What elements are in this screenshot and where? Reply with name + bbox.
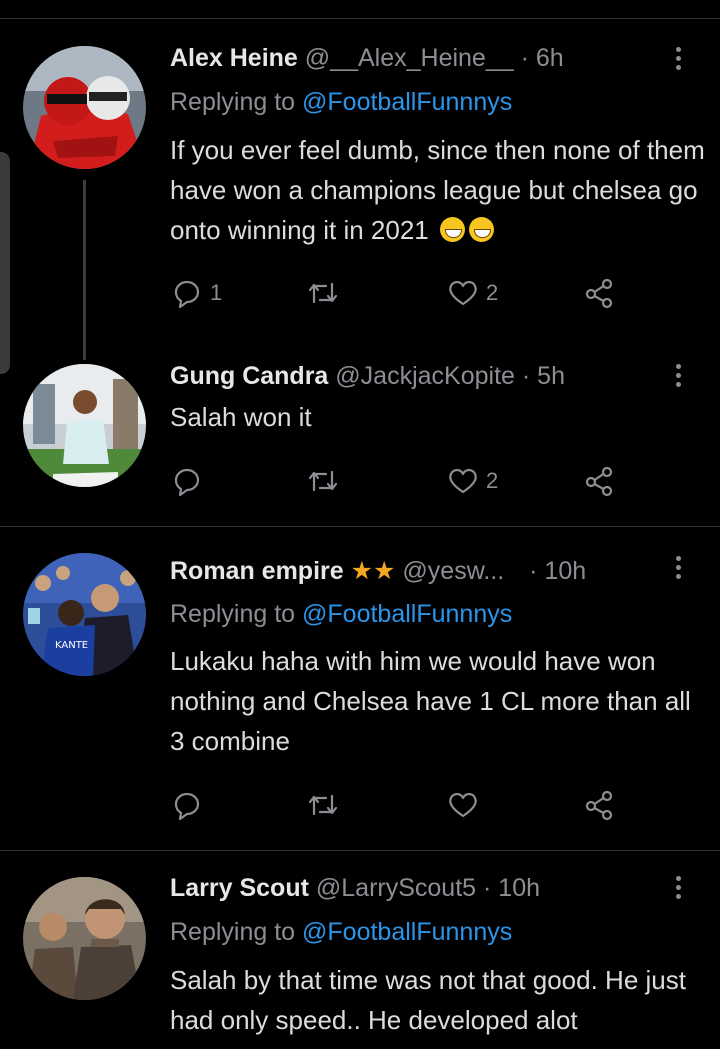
user-handle[interactable]: @JackjacKopite bbox=[335, 362, 515, 390]
tweet-actions bbox=[170, 785, 650, 825]
tweet-text: If you ever feel dumb, since then none o… bbox=[170, 130, 710, 250]
share-icon bbox=[585, 278, 613, 309]
replying-to-label: Replying to bbox=[170, 918, 303, 946]
retweet-icon bbox=[308, 282, 338, 304]
retweet-icon bbox=[308, 794, 338, 816]
share-button[interactable] bbox=[582, 273, 616, 313]
display-name[interactable]: Gung Candra bbox=[170, 362, 328, 390]
thread-line bbox=[83, 180, 86, 360]
reply-icon bbox=[174, 280, 200, 309]
timestamp[interactable]: · 6h bbox=[521, 44, 564, 72]
more-icon[interactable] bbox=[666, 872, 690, 906]
share-button[interactable] bbox=[582, 785, 616, 825]
tweet-divider bbox=[0, 526, 720, 527]
more-icon[interactable] bbox=[666, 552, 690, 586]
mention-link[interactable]: @FootballFunnnys bbox=[302, 918, 512, 946]
like-button[interactable]: 2 bbox=[446, 461, 498, 501]
reply-button[interactable] bbox=[170, 461, 210, 501]
star-badge-icon: ★★ bbox=[350, 557, 396, 585]
tweet-text-content: Salah won it bbox=[170, 402, 312, 432]
replying-to-label: Replying to bbox=[170, 600, 303, 628]
grinning-emoji-icon bbox=[439, 217, 465, 242]
timestamp[interactable]: · 10h bbox=[529, 557, 586, 585]
avatar[interactable] bbox=[23, 877, 146, 1000]
more-icon[interactable] bbox=[666, 43, 690, 77]
replying-to: Replying to @FootballFunnnys bbox=[170, 88, 512, 117]
tweet-header: Roman empire ★★ @yesw... · 10h bbox=[170, 556, 586, 586]
like-button[interactable]: 2 bbox=[446, 273, 498, 313]
user-handle[interactable]: @yesw... bbox=[402, 557, 504, 585]
user-handle[interactable]: @LarryScout5 bbox=[316, 874, 476, 902]
replying-to: Replying to @FootballFunnnys bbox=[170, 600, 512, 629]
tweet-text-content: If you ever feel dumb, since then none o… bbox=[170, 135, 705, 245]
retweet-icon bbox=[308, 470, 338, 492]
share-button[interactable] bbox=[582, 461, 616, 501]
tweet-actions: 1 2 bbox=[170, 273, 650, 313]
tweet-text: Salah by that time was not that good. He… bbox=[170, 960, 710, 1040]
like-icon bbox=[449, 792, 477, 818]
tweet-header: Alex Heine @__Alex_Heine__ · 6h bbox=[170, 44, 564, 73]
grinning-emoji-icon bbox=[468, 217, 494, 242]
tweet-text: Salah won it bbox=[170, 397, 710, 437]
tweet-text-content: Salah by that time was not that good. He… bbox=[170, 965, 686, 1035]
display-name[interactable]: Roman empire bbox=[170, 557, 344, 585]
tweet-text: Lukaku haha with him we would have won n… bbox=[170, 641, 710, 761]
replying-to-label: Replying to bbox=[170, 88, 303, 116]
svg-text:KANTE: KANTE bbox=[55, 640, 88, 651]
avatar[interactable] bbox=[23, 46, 146, 169]
like-count: 2 bbox=[486, 468, 499, 493]
reply-button[interactable]: 1 bbox=[170, 273, 222, 313]
drawer-handle[interactable] bbox=[0, 152, 10, 374]
reply-icon bbox=[174, 792, 200, 821]
display-name[interactable]: Alex Heine bbox=[170, 44, 298, 72]
retweet-button[interactable] bbox=[306, 273, 346, 313]
timestamp[interactable]: · 10h bbox=[483, 874, 540, 902]
display-name[interactable]: Larry Scout bbox=[170, 874, 309, 902]
like-icon bbox=[449, 468, 477, 494]
like-icon bbox=[449, 280, 477, 306]
reply-icon bbox=[174, 468, 200, 497]
like-count: 2 bbox=[486, 280, 499, 305]
tweet-actions: 2 bbox=[170, 461, 650, 501]
timestamp[interactable]: · 5h bbox=[522, 362, 565, 390]
retweet-button[interactable] bbox=[306, 461, 346, 501]
share-icon bbox=[585, 466, 613, 497]
reply-button[interactable] bbox=[170, 785, 210, 825]
tweet-text-content: Lukaku haha with him we would have won n… bbox=[170, 646, 691, 756]
tweet-divider bbox=[0, 850, 720, 851]
like-button[interactable] bbox=[446, 785, 486, 825]
user-handle[interactable]: @__Alex_Heine__ bbox=[305, 44, 514, 72]
share-icon bbox=[585, 790, 613, 821]
more-icon[interactable] bbox=[666, 360, 690, 394]
avatar[interactable]: KANTE bbox=[23, 553, 146, 676]
top-divider bbox=[0, 18, 720, 19]
avatar[interactable] bbox=[23, 364, 146, 487]
mention-link[interactable]: @FootballFunnnys bbox=[302, 88, 512, 116]
tweet-header: Gung Candra @JackjacKopite · 5h bbox=[170, 362, 565, 391]
replying-to: Replying to @FootballFunnnys bbox=[170, 918, 512, 947]
reply-count: 1 bbox=[210, 280, 223, 305]
mention-link[interactable]: @FootballFunnnys bbox=[302, 600, 512, 628]
tweet-header: Larry Scout @LarryScout5 · 10h bbox=[170, 874, 540, 903]
retweet-button[interactable] bbox=[306, 785, 346, 825]
